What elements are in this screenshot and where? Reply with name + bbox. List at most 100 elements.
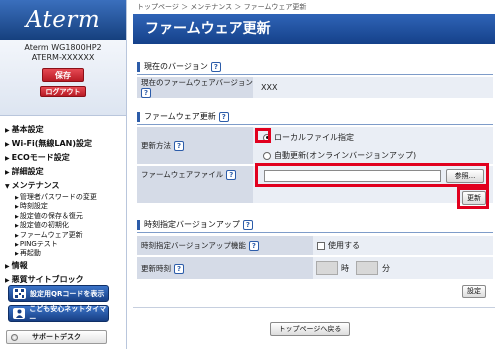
firmware-update-heading: ファームウェア更新? [137,111,493,125]
device-id: ATERM-XXXXXX [31,53,95,62]
submenu-backup-restore[interactable]: ▶設定値の保存＆復元 [15,212,126,221]
highlight-box-radio [255,128,271,143]
section-title: 現在のバージョン [144,62,208,71]
triangle-right-icon: ▶ [5,127,10,134]
minute-unit: 分 [382,264,390,273]
help-icon[interactable]: ? [248,241,259,251]
breadcrumb: トップページ ＞ メンテナンス ＞ ファームウェア更新 [137,3,307,11]
triangle-right-icon: ▶ [15,204,19,211]
update-time-label: 更新時刻? [137,257,313,279]
support-button-label: サポートデスク [32,333,81,341]
submenu-label: 時刻設定 [19,202,48,211]
submenu-label: 設定値の保存＆復元 [19,211,83,220]
menu-info[interactable]: ▶ 情報 [5,259,126,273]
triangle-down-icon: ▼ [5,183,10,190]
save-button[interactable]: 保存 [42,68,84,82]
qr-button-label: 設定用QRコードを表示 [30,289,105,298]
submenu-time-settings[interactable]: ▶時刻設定 [15,202,126,211]
help-icon[interactable]: ? [226,170,237,180]
triangle-right-icon: ▶ [15,251,19,258]
submenu-factory-reset[interactable]: ▶設定値の初期化 [15,221,126,230]
triangle-right-icon: ▶ [5,276,10,284]
triangle-right-icon: ▶ [15,242,19,249]
use-checkbox[interactable] [317,241,325,250]
menu-label: 悪質サイトブロック [11,274,84,284]
menu-advanced-settings[interactable]: ▶ 詳細設定 [5,165,126,179]
help-icon[interactable]: ? [174,264,184,274]
section-title: ファームウェア更新 [144,112,216,121]
current-version-value: XXX [253,77,493,98]
update-time-fields: 時 分 [313,257,493,279]
qr-code-button[interactable]: 設定用QRコードを表示 [8,285,109,302]
label-text: 時刻指定バージョンアップ機能 [141,241,246,250]
logout-button[interactable]: ログアウト [40,86,86,97]
triangle-right-icon: ▶ [5,141,10,148]
radio-local-file[interactable]: ローカルファイル指定 [263,132,354,143]
sidebar: Aterm Aterm WG1800HP2 ATERM-XXXXXX 保存 ログ… [0,0,127,349]
menu-maintenance[interactable]: ▼ メンテナンス [5,179,126,193]
help-icon[interactable]: ? [141,88,151,98]
kids-timer-button[interactable]: こども安心ネットタイマー [8,304,109,323]
submenu-label: ファームウェア更新 [19,230,83,239]
menu-label: 基本設定 [11,125,44,134]
menu-label: 詳細設定 [11,167,44,176]
maintenance-submenu: ▶管理者パスワードの変更 ▶時刻設定 ▶設定値の保存＆復元 ▶設定値の初期化 ▶… [5,193,126,259]
help-icon[interactable]: ? [174,141,184,151]
firmware-file-label: ファームウェアファイル? [137,166,253,203]
qr-code-icon [13,288,26,299]
current-version-heading: 現在のバージョン? [137,61,493,75]
option-label: 自動更新(オンラインバージョンアップ) [274,151,417,160]
scheduled-feature-label: 時刻指定バージョンアップ機能? [137,236,313,255]
update-method-row: 更新方法? ローカルファイル指定 自動更新(オンラインバージョンアップ) [137,127,493,165]
label-text: ファームウェアファイル [141,170,224,179]
radio-online-update[interactable]: 自動更新(オンラインバージョンアップ) [263,150,416,161]
submenu-admin-password[interactable]: ▶管理者パスワードの変更 [15,193,126,202]
label-text: 更新時刻 [141,264,171,273]
update-method-options: ローカルファイル指定 自動更新(オンラインバージョンアップ) [253,127,493,164]
triangle-right-icon: ▶ [5,169,10,176]
triangle-right-icon: ▶ [15,232,19,239]
menu-basic-settings[interactable]: ▶ 基本設定 [5,123,126,137]
support-desk-button[interactable]: サポートデスク [6,330,107,344]
help-icon[interactable]: ? [210,61,221,72]
submenu-label: PINGテスト [19,240,58,249]
menu-wifi-settings[interactable]: ▶ Wi-Fi(無線LAN)設定 [5,137,126,151]
kids-button-label: こども安心ネットタイマー [29,304,107,323]
current-version-label: 現在のファームウェアバージョン? [137,77,253,98]
label-text: 更新方法 [141,141,171,150]
radio-button[interactable] [263,151,271,160]
help-icon[interactable]: ? [242,219,253,230]
update-method-label: 更新方法? [137,127,253,164]
highlight-box-file [255,163,489,187]
aterm-logo: Aterm [0,0,126,40]
page-title: ファームウェア更新 [133,14,495,44]
option-label: ローカルファイル指定 [274,133,354,142]
scheduled-feature-row: 時刻指定バージョンアップ機能? 使用する [137,236,493,256]
set-button[interactable]: 設定 [462,285,486,298]
submenu-label: 設定値の初期化 [19,221,69,230]
section-title: 時刻指定バージョンアップ [144,220,240,229]
menu-label: ECOモード設定 [11,153,70,162]
menu-label: メンテナンス [11,181,60,190]
help-icon[interactable]: ? [218,111,229,122]
menu-label: Wi-Fi(無線LAN)設定 [11,139,93,148]
triangle-right-icon: ▶ [15,213,19,220]
submenu-label: 再起動 [19,249,41,258]
triangle-right-icon: ▶ [15,223,19,230]
logo-text: Aterm [25,7,101,33]
menu-eco-mode[interactable]: ▶ ECOモード設定 [5,151,126,165]
minute-input[interactable] [356,261,378,275]
triangle-right-icon: ▶ [5,262,10,270]
menu-label: 情報 [11,260,28,270]
triangle-right-icon: ▶ [5,155,10,162]
child-icon [13,308,26,319]
use-checkbox-field[interactable]: 使用する [313,236,493,255]
submenu-firmware-update[interactable]: ▶ファームウェア更新 [15,231,126,240]
bullet-icon [11,333,18,341]
back-to-top-button[interactable]: トップページへ戻る [270,322,350,336]
current-version-row: 現在のファームウェアバージョン? XXX [137,77,493,99]
submenu-reboot[interactable]: ▶再起動 [15,249,126,258]
hour-unit: 時 [341,264,349,273]
hour-input[interactable] [316,261,338,275]
highlight-box-update [457,187,489,209]
